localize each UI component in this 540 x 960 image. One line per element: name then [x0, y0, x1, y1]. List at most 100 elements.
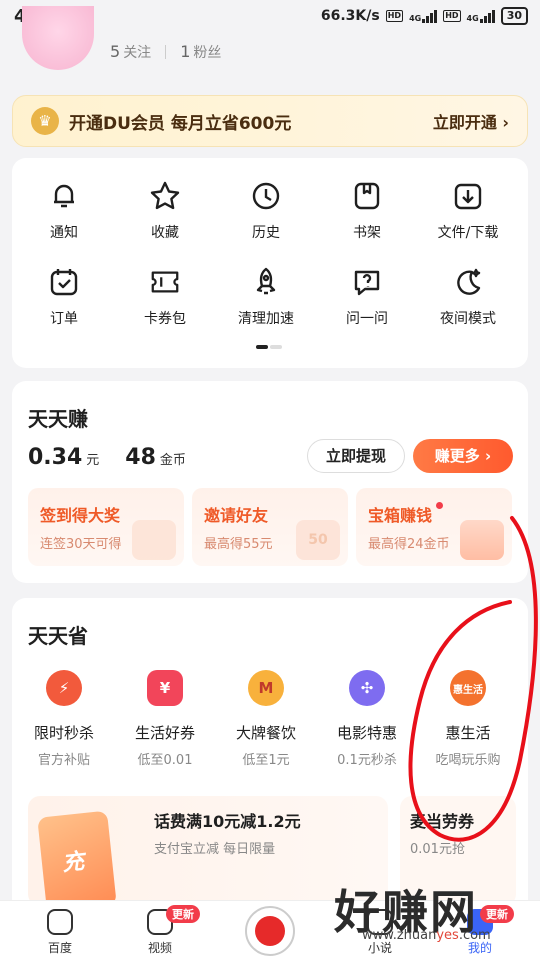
service-hui-life[interactable]: 惠生活 惠生活 吃喝玩乐购: [418, 670, 518, 768]
withdraw-button[interactable]: 立即提现: [307, 439, 405, 473]
divider: [165, 45, 167, 59]
tile-subtitle: 最高得24金币: [368, 537, 450, 552]
tool-downloads[interactable]: 文件/下载: [418, 180, 518, 242]
tile-subtitle: 最高得55元: [204, 537, 273, 552]
download-icon: [452, 180, 484, 212]
tool-bookshelf[interactable]: 书架: [317, 180, 417, 242]
page-indicator: [256, 345, 282, 349]
coin-stack-icon: 50: [296, 520, 340, 560]
tools-grid: 通知 收藏 历史 书架 文件/下载 订单 卡券包 清理加速 问一问 夜间模式: [12, 158, 528, 368]
crown-icon: ♛: [31, 107, 59, 135]
nav-home[interactable]: 百度: [20, 909, 100, 956]
tool-history[interactable]: 历史: [216, 180, 316, 242]
tool-night-mode[interactable]: 夜间模式: [418, 266, 518, 328]
earn-section: 天天赚 0.34 元 48 金币 立即提现 赚更多 › 签到得大奖 连签30天可…: [12, 381, 528, 583]
star-icon: [149, 180, 181, 212]
earn-balance: 0.34 元 48 金币: [28, 445, 208, 470]
promo-subtitle: 0.01元抢: [410, 842, 465, 857]
lightning-icon: ⚡: [46, 670, 82, 706]
signal-icon: 4G: [409, 9, 438, 23]
cash-unit: 元: [86, 453, 100, 468]
service-sub: 低至1元: [242, 753, 290, 768]
nav-label: 视频: [147, 941, 172, 955]
nav-label: 百度: [47, 941, 72, 955]
update-badge-video: 更新: [166, 905, 200, 923]
cash-value: 0.34: [28, 445, 83, 470]
coin-unit: 金币: [159, 453, 186, 468]
earn-title: 天天赚: [28, 407, 88, 431]
profile-stats: 5 关注 1 粉丝: [110, 42, 221, 62]
watermark: 好赚网 www.zhuanyes.com: [334, 876, 534, 946]
tile-treasure-box[interactable]: 宝箱赚钱 最高得24金币: [356, 488, 512, 566]
ticket-icon: [149, 266, 181, 298]
following-stat[interactable]: 5 关注: [110, 42, 151, 62]
tool-label: 通知: [50, 225, 78, 241]
service-label: 电影特惠: [336, 724, 397, 742]
service-flash-sale[interactable]: ⚡ 限时秒杀 官方补贴: [14, 670, 114, 768]
red-packet-button[interactable]: [245, 906, 295, 956]
service-movie-deals[interactable]: ✣ 电影特惠 0.1元秒杀: [317, 670, 417, 768]
earn-more-button[interactable]: 赚更多 ›: [413, 439, 513, 473]
question-icon: [351, 266, 383, 298]
bell-icon: [48, 180, 80, 212]
vip-open-button[interactable]: 立即开通 ›: [433, 109, 509, 133]
network-speed: 66.3K/s: [320, 8, 380, 24]
service-sub: 官方补贴: [37, 753, 90, 768]
tool-label: 清理加速: [238, 311, 294, 327]
tool-label: 问一问: [346, 311, 388, 327]
tile-title: 邀请好友: [204, 506, 269, 525]
tool-orders[interactable]: 订单: [14, 266, 114, 328]
battery-icon: 30: [500, 7, 528, 25]
service-sub: 低至0.01: [137, 753, 193, 768]
tool-label: 书架: [353, 225, 381, 241]
vip-banner[interactable]: ♛ 开通DU会员 每月立省600元 立即开通 ›: [12, 95, 528, 147]
service-label: 大牌餐饮: [235, 724, 296, 742]
service-sub: 吃喝玩乐购: [435, 753, 501, 768]
avatar[interactable]: [22, 6, 94, 70]
bookmark-icon: [351, 180, 383, 212]
gift-box-icon: [460, 520, 504, 560]
service-brand-dining[interactable]: M 大牌餐饮 低至1元: [216, 670, 316, 768]
rocket-icon: [250, 266, 282, 298]
network-type-label: 4G: [409, 14, 422, 23]
hui-life-icon: 惠生活: [450, 670, 486, 706]
hd-icon: HD: [385, 10, 404, 22]
tool-favorites[interactable]: 收藏: [115, 180, 215, 242]
promo-subtitle: 支付宝立减 每日限量: [154, 842, 276, 857]
tile-subtitle: 连签30天可得: [40, 537, 122, 552]
moon-icon: [452, 266, 484, 298]
vip-banner-text: 开通DU会员 每月立省600元: [69, 113, 292, 134]
tile-checkin[interactable]: 签到得大奖 连签30天可得: [28, 488, 184, 566]
service-label: 限时秒杀: [33, 724, 94, 742]
fans-stat[interactable]: 1 粉丝: [180, 42, 221, 62]
clock-icon: [250, 180, 282, 212]
service-label: 惠生活: [445, 724, 491, 742]
tool-label: 夜间模式: [440, 311, 496, 327]
hd-icon-2: HD: [443, 10, 461, 22]
tool-label: 订单: [50, 311, 78, 327]
home-face-icon: [47, 909, 73, 935]
tool-cleanup[interactable]: 清理加速: [216, 266, 316, 328]
calendar-check-icon: [132, 520, 176, 560]
tool-notifications[interactable]: 通知: [14, 180, 114, 242]
tile-title: 签到得大奖: [40, 506, 121, 525]
promo-title: 话费满10元减1.2元: [154, 812, 301, 831]
service-sub: 0.1元秒杀: [337, 753, 397, 768]
notification-dot: [436, 502, 443, 509]
tile-invite[interactable]: 邀请好友 最高得55元 50: [192, 488, 348, 566]
coupon-icon: ¥: [147, 670, 183, 706]
network-type-label-2: 4G: [466, 14, 479, 23]
tool-label: 收藏: [151, 225, 179, 241]
coin-value: 48: [125, 445, 156, 470]
film-reel-icon: ✣: [349, 670, 385, 706]
service-life-coupons[interactable]: ¥ 生活好券 低至0.01: [115, 670, 215, 768]
tool-card-wallet[interactable]: 卡券包: [115, 266, 215, 328]
tile-title: 宝箱赚钱: [368, 506, 433, 525]
red-packet-icon: [255, 916, 285, 946]
tool-ask[interactable]: 问一问: [317, 266, 417, 328]
tool-label: 卡券包: [144, 311, 186, 327]
promo-title: 麦当劳券: [410, 812, 475, 831]
service-label: 生活好券: [134, 724, 195, 742]
signal-icon-2: 4G: [467, 9, 495, 23]
order-icon: [48, 266, 80, 298]
